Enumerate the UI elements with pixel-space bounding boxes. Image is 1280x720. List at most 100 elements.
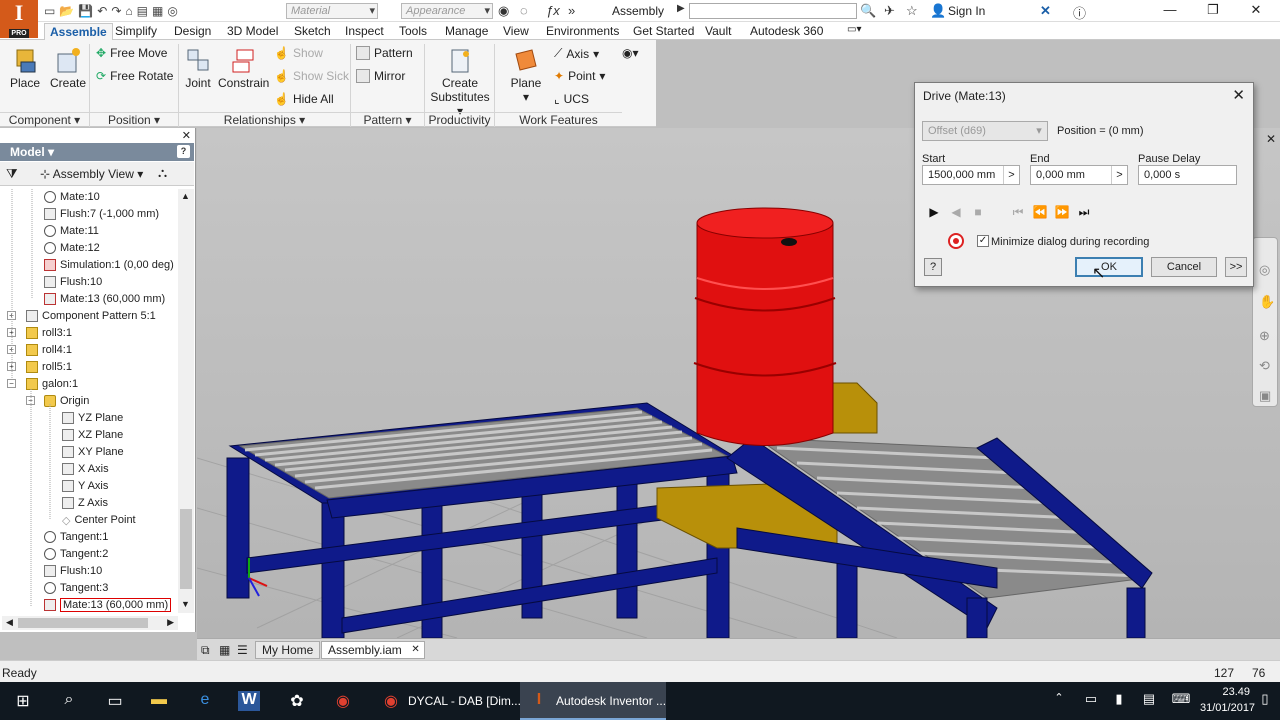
adjust-icon[interactable]: ◉ <box>498 3 509 19</box>
select-icon[interactable]: ▦ <box>152 4 163 18</box>
scroll-down-icon[interactable]: ▼ <box>181 599 190 609</box>
edge-icon[interactable]: e <box>194 691 216 711</box>
constrain-button[interactable]: Constrain <box>218 46 269 90</box>
filter-icon[interactable]: ⧩ <box>6 166 18 182</box>
tab-autodesk-360[interactable]: Autodesk 360 <box>745 23 828 39</box>
minimize-checkbox[interactable]: ✓ <box>977 235 989 247</box>
close-icon[interactable]: ✕ <box>182 129 191 142</box>
pause-delay-input[interactable]: 0,000 s <box>1138 165 1237 185</box>
play-forward-icon[interactable]: ▶ <box>924 202 944 222</box>
tree-item[interactable]: X Axis <box>62 461 109 477</box>
expand-icon[interactable]: ▶ <box>677 3 685 14</box>
stop-icon[interactable]: ■ <box>968 202 988 222</box>
mirror-button[interactable]: Mirror <box>356 69 405 83</box>
place-button[interactable]: Place <box>8 46 42 90</box>
point-button[interactable]: ✦ Point ▾ <box>554 69 605 83</box>
ok-button[interactable]: OK <box>1075 257 1143 277</box>
create-substitutes-button[interactable]: Create Substitutes ▾ <box>428 46 492 118</box>
save-icon[interactable]: 💾 <box>78 4 93 18</box>
end-input[interactable]: 0,000 mm > <box>1030 165 1128 185</box>
tab-3d-model[interactable]: 3D Model <box>222 23 283 39</box>
view-cube-icon[interactable]: ◎ <box>1259 262 1270 278</box>
tab-vault[interactable]: Vault <box>700 23 736 39</box>
keyboard-icon[interactable]: ⌨ <box>1170 691 1192 711</box>
orbit-icon[interactable]: ⟲ <box>1259 358 1270 374</box>
sign-in-link[interactable]: Sign In <box>948 4 985 18</box>
free-rotate-button[interactable]: ⟳ Free Rotate <box>96 69 173 83</box>
network-icon[interactable]: ▭ <box>1080 691 1102 711</box>
tab-assemble[interactable]: Assemble <box>44 23 113 40</box>
redo-icon[interactable]: ↷ <box>111 4 121 18</box>
scroll-up-icon[interactable]: ▲ <box>181 191 190 201</box>
axis-button[interactable]: ⟋ Axis ▾ <box>554 46 599 61</box>
tree-item[interactable]: ◇ Center Point <box>62 512 136 528</box>
tab-assembly-iam[interactable]: Assembly.iam ✕ <box>321 641 425 659</box>
tab-my-home[interactable]: My Home <box>255 641 321 659</box>
search-icon[interactable]: ⌕ <box>58 691 80 711</box>
app-icon[interactable]: ✿ <box>286 691 308 711</box>
minimize-icon[interactable]: — <box>1160 2 1180 17</box>
close-icon[interactable]: ✕ <box>1246 2 1266 18</box>
plane-button[interactable]: Plane ▾ <box>508 46 544 104</box>
tree-item[interactable]: YZ Plane <box>62 410 123 426</box>
tree-item-selected[interactable]: Mate:13 (60,000 mm) <box>44 597 172 613</box>
pan-icon[interactable]: ✋ <box>1259 294 1275 310</box>
group-relationships[interactable]: Relationships ▾ <box>179 112 350 127</box>
chrome-icon[interactable]: ◉ <box>332 691 354 711</box>
help-icon[interactable]: ⓘ <box>1073 3 1086 22</box>
help-icon[interactable]: ? <box>924 258 942 276</box>
group-component[interactable]: Component ▾ <box>0 112 89 127</box>
help-search-input[interactable] <box>689 3 857 19</box>
pattern-button[interactable]: Pattern <box>356 46 413 60</box>
step-forward-icon[interactable]: ⏩ <box>1052 202 1072 222</box>
action-center-icon[interactable]: ▯ <box>1254 691 1276 711</box>
tab-design[interactable]: Design <box>169 23 216 39</box>
tab-manage[interactable]: Manage <box>440 23 493 39</box>
ribbon-overflow-button[interactable]: ◉▾ <box>622 46 639 60</box>
material-dropdown[interactable]: Material <box>286 3 378 19</box>
joint-button[interactable]: Joint <box>183 46 213 90</box>
close-icon[interactable]: ✕ <box>1266 132 1276 146</box>
tree-item[interactable]: XZ Plane <box>62 427 123 443</box>
clock-time[interactable]: 23.49 <box>1212 686 1250 698</box>
tab-sketch[interactable]: Sketch <box>289 23 336 39</box>
list-icon[interactable]: ☰ <box>237 643 248 657</box>
look-at-icon[interactable]: ▣ <box>1259 388 1271 404</box>
offset-dropdown[interactable]: Offset (d69) ▾ <box>922 121 1048 141</box>
subscription-icon[interactable]: ✈ <box>884 3 895 19</box>
battery-icon[interactable]: ▮ <box>1108 691 1130 711</box>
expand-button[interactable]: >> <box>1225 257 1247 277</box>
new-icon[interactable]: ▭ <box>44 4 55 18</box>
tray-overflow-icon[interactable]: ⌃ <box>1048 691 1070 711</box>
assembly-view-dropdown[interactable]: ⊹ Assembly View ▾ <box>40 167 143 181</box>
project-icon[interactable]: ▤ <box>137 4 148 18</box>
close-icon[interactable]: ✕ <box>1232 86 1245 104</box>
tree-item[interactable]: Y Axis <box>62 478 108 494</box>
group-pattern[interactable]: Pattern ▾ <box>351 112 424 127</box>
chevron-right-icon[interactable]: > <box>1111 166 1127 184</box>
ucs-button[interactable]: ⌞ UCS <box>554 92 589 106</box>
clear-icon[interactable]: ◌ <box>520 3 528 18</box>
create-button[interactable]: Create <box>50 46 86 90</box>
open-icon[interactable]: 📂 <box>59 4 74 18</box>
appearance-dropdown[interactable]: Appearance <box>401 3 493 19</box>
more-icon[interactable]: » <box>568 3 575 18</box>
record-icon[interactable] <box>948 233 964 249</box>
browser-horizontal-scrollbar[interactable]: ◀ ▶ <box>2 616 178 630</box>
color-icon[interactable]: ◎ <box>167 4 177 18</box>
help-icon[interactable]: ? <box>177 145 190 158</box>
fx-icon[interactable]: ƒx <box>546 3 560 18</box>
tree-item[interactable]: XY Plane <box>62 444 124 460</box>
user-icon[interactable]: 👤 <box>930 3 946 19</box>
play-reverse-icon[interactable]: ◀ <box>946 202 966 222</box>
go-to-end-icon[interactable]: ⏭ <box>1074 202 1094 222</box>
home-icon[interactable]: ⌂ <box>125 4 132 18</box>
close-icon[interactable]: ✕ <box>411 642 419 657</box>
tree-item[interactable]: Mate:13 (60,000 mm) <box>44 291 165 307</box>
exchange-icon[interactable]: ✕ <box>1040 3 1051 19</box>
go-to-start-icon[interactable]: ⏮ <box>1008 202 1028 222</box>
free-move-button[interactable]: ✥ Free Move <box>96 46 167 60</box>
file-explorer-icon[interactable]: ▬ <box>148 691 170 711</box>
tab-tools[interactable]: Tools <box>394 23 432 39</box>
find-icon[interactable]: ⛬ <box>158 165 167 181</box>
